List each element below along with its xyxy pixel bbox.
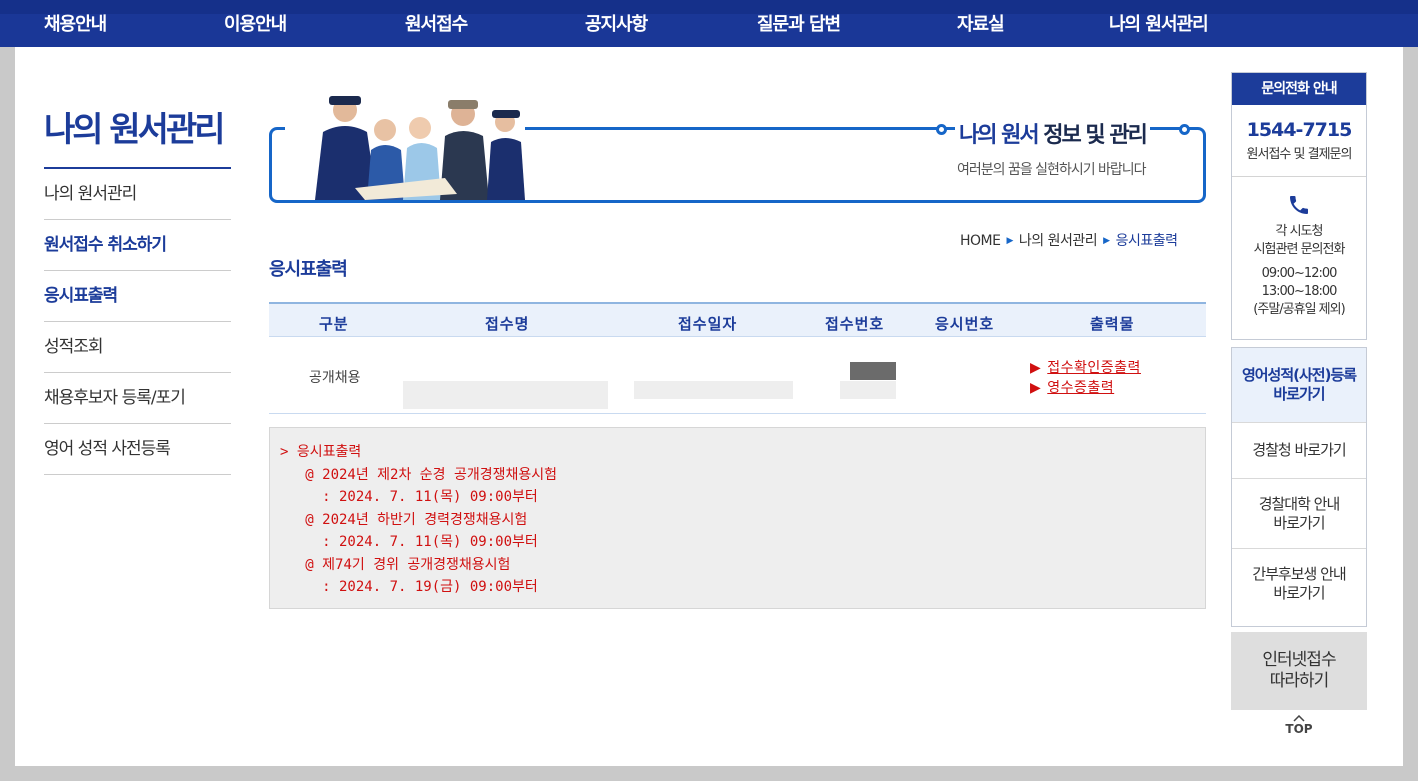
scroll-top-button[interactable]: TOP (1281, 715, 1317, 736)
sidebar-item-score-inquiry[interactable]: 성적조회 (44, 322, 231, 373)
guide-line1: 인터넷접수 (1262, 650, 1336, 670)
nav-item-application[interactable]: 원서접수 (405, 10, 468, 36)
regional-contact-line2: 시험관련 문의전화 (1253, 242, 1346, 257)
notice-box: > 응시표출력 @ 2024년 제2차 순경 공개경쟁채용시험 : 2024. … (269, 427, 1206, 609)
contact-header: 문의전화 안내 (1232, 73, 1366, 105)
sidebar-item-my-application[interactable]: 나의 원서관리 (44, 169, 231, 220)
banner-title-rest: 정보 및 관리 (1037, 123, 1148, 148)
contact-hours-afternoon: 13:00~18:00 (1261, 284, 1338, 299)
banner-title: 나의 원서 정보 및 관리 (955, 117, 1150, 149)
breadcrumb-my-application[interactable]: 나의 원서관리 (1019, 233, 1098, 249)
contact-hours-note: (주말/공휴일 제외) (1253, 302, 1345, 317)
quick-links-panel: 영어성적(사전)등록 바로가기 경찰청 바로가기 경찰대학 안내 바로가기 간부후보… (1231, 347, 1367, 627)
column-header-application-date: 접수일자 (678, 315, 738, 333)
redacted-application-name (403, 381, 608, 409)
contact-panel: 문의전화 안내 1544-7715 원서접수 및 결제문의 각 시도청 시험관련… (1231, 72, 1367, 340)
sidebar-item-candidate-register[interactable]: 채용후보자 등록/포기 (44, 373, 231, 424)
police-university-link[interactable]: 경찰대학 안내 바로가기 (1232, 479, 1366, 549)
chevron-up-icon (1293, 715, 1305, 722)
banner-people-image (285, 92, 525, 200)
phone-icon (1290, 196, 1308, 214)
notice-line: @ 제74기 경위 공개경쟁채용시험 (280, 557, 511, 573)
breadcrumb-arrow-icon: ▶ (1103, 236, 1110, 246)
column-header-application-name: 접수명 (485, 315, 530, 333)
print-receipt-confirmation-link[interactable]: ▶ 접수확인증출력 (1030, 357, 1141, 377)
redacted-application-number-secondary (840, 381, 896, 399)
contact-divider (1232, 176, 1366, 177)
column-header-category: 구분 (319, 315, 349, 333)
guide-line2: 따라하기 (1269, 671, 1330, 691)
breadcrumb-arrow-icon: ▶ (1006, 236, 1013, 246)
contact-phone-number: 1544-7715 (1246, 119, 1353, 141)
red-triangle-icon: ▶ (1030, 380, 1042, 396)
notice-line: : 2024. 7. 19(금) 09:00부터 (280, 579, 538, 595)
breadcrumb: HOME ▶ 나의 원서관리 ▶ 응시표출력 (960, 230, 1178, 250)
link-line2: 바로가기 (1273, 385, 1325, 403)
print-receipt-link[interactable]: ▶ 영수증출력 (1030, 377, 1114, 397)
sidebar-menu: 나의 원서관리 원서접수 취소하기 응시표출력 성적조회 채용후보자 등록/포기… (44, 169, 231, 475)
table-row: 공개채용 ▶ 접수확인증출력 ▶ 영수증출력 (269, 337, 1206, 414)
link-line2: 바로가기 (1273, 513, 1325, 532)
page-container: 나의 원서관리 나의 원서관리 원서접수 취소하기 응시표출력 성적조회 채용후… (15, 47, 1403, 766)
notice-line: : 2024. 7. 11(목) 09:00부터 (280, 489, 538, 505)
officer-candidate-link[interactable]: 간부후보생 안내 바로가기 (1232, 549, 1366, 619)
notice-line: @ 2024년 하반기 경력경쟁채용시험 (280, 512, 528, 528)
link-line1: 영어성적(사전)등록 (1241, 366, 1357, 384)
sidebar-item-print-ticket[interactable]: 응시표출력 (44, 271, 231, 322)
column-header-printouts: 출력물 (1090, 315, 1135, 333)
banner-dot-right (1179, 124, 1190, 135)
scroll-top-label: TOP (1285, 722, 1313, 736)
banner-subtitle: 여러분의 꿈을 실현하시기 바랍니다 (957, 162, 1147, 178)
print-receipt-label: 영수증출력 (1047, 380, 1115, 396)
breadcrumb-home[interactable]: HOME (960, 233, 1001, 249)
regional-contact-line1: 각 시도청 (1275, 224, 1324, 239)
banner-title-accent: 나의 원서 (959, 123, 1040, 148)
notice-line: : 2024. 7. 11(목) 09:00부터 (280, 534, 538, 550)
redacted-application-date (634, 381, 793, 399)
breadcrumb-current: 응시표출력 (1115, 233, 1178, 249)
sidebar-item-cancel-application[interactable]: 원서접수 취소하기 (44, 220, 231, 271)
notice-line: > 응시표출력 (280, 444, 362, 460)
table-header: 구분 접수명 접수일자 접수번호 응시번호 출력물 (269, 302, 1206, 337)
online-application-guide-button[interactable]: 인터넷접수 따라하기 (1231, 632, 1367, 710)
link-line1: 경찰대학 안내 (1258, 494, 1341, 513)
nav-item-notices[interactable]: 공지사항 (585, 10, 648, 36)
cell-category: 공개채용 (309, 370, 361, 386)
nav-item-resources[interactable]: 자료실 (957, 10, 1005, 36)
link-line1: 경찰청 바로가기 (1252, 441, 1346, 459)
redacted-application-number (850, 362, 896, 380)
link-line2: 바로가기 (1273, 584, 1325, 602)
red-triangle-icon: ▶ (1030, 360, 1042, 376)
nav-item-recruit-info[interactable]: 채용안내 (44, 10, 107, 36)
column-header-application-number: 접수번호 (825, 315, 885, 333)
column-header-exam-number: 응시번호 (935, 315, 995, 333)
contact-hours-morning: 09:00~12:00 (1261, 266, 1338, 281)
top-navigation-bar: 채용안내 이용안내 원서접수 공지사항 질문과 답변 자료실 나의 원서관리 (0, 0, 1418, 47)
nav-item-usage-info[interactable]: 이용안내 (224, 10, 287, 36)
print-receipt-confirmation-label: 접수확인증출력 (1047, 360, 1141, 376)
police-agency-link[interactable]: 경찰청 바로가기 (1232, 423, 1366, 479)
nav-item-my-application[interactable]: 나의 원서관리 (1109, 10, 1209, 36)
contact-phone-description: 원서접수 및 결제문의 (1246, 147, 1353, 162)
notice-line: @ 2024년 제2차 순경 공개경쟁채용시험 (280, 467, 558, 483)
english-score-register-link[interactable]: 영어성적(사전)등록 바로가기 (1232, 348, 1366, 423)
sidebar-title: 나의 원서관리 (44, 110, 226, 150)
link-line1: 간부후보생 안내 (1252, 565, 1346, 583)
sidebar-item-english-score-register[interactable]: 영어 성적 사전등록 (44, 424, 231, 475)
page-title: 응시표출력 (269, 259, 348, 280)
nav-item-qna[interactable]: 질문과 답변 (757, 10, 841, 36)
banner-dot-left (936, 124, 947, 135)
